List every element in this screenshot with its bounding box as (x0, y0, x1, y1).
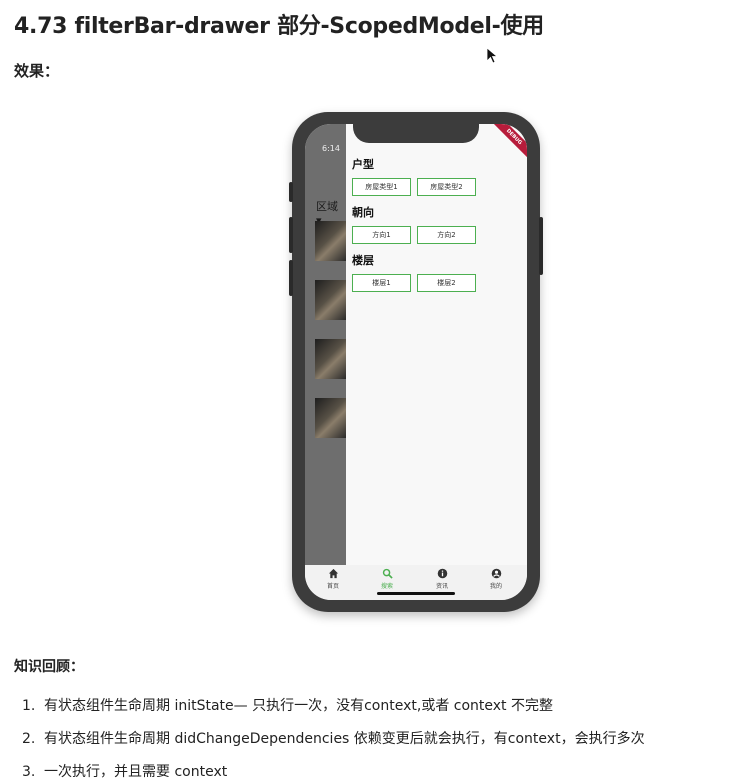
tab-home[interactable]: 首页 (313, 568, 353, 590)
list-item: 2. 有状态组件生命周期 didChangeDependencies 依赖变更后就… (22, 723, 645, 756)
mouse-cursor-icon (486, 47, 499, 64)
list-item-text: 有状态组件生命周期 didChangeDependencies 依赖变更后就会执… (44, 731, 645, 747)
section-title-orientation: 朝向 (352, 206, 374, 219)
section-title-floor: 楼层 (352, 254, 374, 267)
chip-floor-2[interactable]: 楼层2 (417, 274, 476, 292)
list-item-number: 2. (22, 731, 36, 747)
list-item-number: 1. (22, 698, 36, 714)
tab-profile[interactable]: 我的 (476, 568, 516, 590)
chip-orientation-2[interactable]: 方向2 (417, 226, 476, 244)
listing-image (315, 280, 346, 320)
phone-screen: 6:14 区域 ▾ 户型 房屋类型1 房屋类型2 朝向 方向1 方向2 楼层 楼… (305, 124, 527, 600)
search-icon (382, 568, 393, 579)
filter-drawer: 户型 房屋类型1 房屋类型2 朝向 方向1 方向2 楼层 楼层1 楼层2 (346, 124, 527, 565)
info-icon (437, 568, 447, 579)
phone-side-button (289, 182, 293, 202)
phone-notch (353, 124, 479, 143)
phone-volume-down-button (289, 260, 293, 296)
section-title-house-type: 户型 (352, 158, 374, 171)
list-item-text: 一次执行，并且需要 context (44, 764, 228, 780)
page-title: 4.73 filterBar-drawer 部分-ScopedModel-使用 (14, 14, 544, 39)
list-item: 1. 有状态组件生命周期 initState— 只执行一次，没有context,或… (22, 690, 645, 723)
list-item: 3. 一次执行，并且需要 context (22, 756, 645, 783)
chip-house-type-2[interactable]: 房屋类型2 (417, 178, 476, 196)
status-time: 6:14 (322, 144, 340, 153)
recap-label: 知识回顾： (14, 659, 84, 675)
chip-floor-1[interactable]: 楼层1 (352, 274, 411, 292)
home-icon (328, 568, 338, 579)
account-icon (491, 568, 501, 579)
tab-label: 首页 (326, 583, 339, 590)
listing-image (315, 339, 346, 379)
tab-label: 资讯 (435, 583, 448, 590)
tab-label: 我的 (489, 583, 502, 590)
tab-news[interactable]: 资讯 (422, 568, 462, 590)
chip-orientation-1[interactable]: 方向1 (352, 226, 411, 244)
phone-power-button (539, 217, 543, 275)
home-indicator[interactable] (377, 592, 455, 595)
tab-label: 搜索 (380, 583, 393, 590)
list-item-text: 有状态组件生命周期 initState— 只执行一次，没有context,或者 … (44, 698, 553, 714)
effect-label: 效果： (14, 62, 60, 80)
list-item-number: 3. (22, 764, 36, 780)
listing-image (315, 221, 346, 261)
drawer-scrim[interactable]: 6:14 区域 ▾ (305, 124, 346, 565)
tab-search[interactable]: 搜索 (367, 568, 407, 590)
phone-volume-up-button (289, 217, 293, 253)
phone-mockup: 6:14 区域 ▾ 户型 房屋类型1 房屋类型2 朝向 方向1 方向2 楼层 楼… (289, 112, 543, 612)
chip-house-type-1[interactable]: 房屋类型1 (352, 178, 411, 196)
listing-image (315, 398, 346, 438)
recap-list: 1. 有状态组件生命周期 initState— 只执行一次，没有context,或… (22, 690, 645, 783)
